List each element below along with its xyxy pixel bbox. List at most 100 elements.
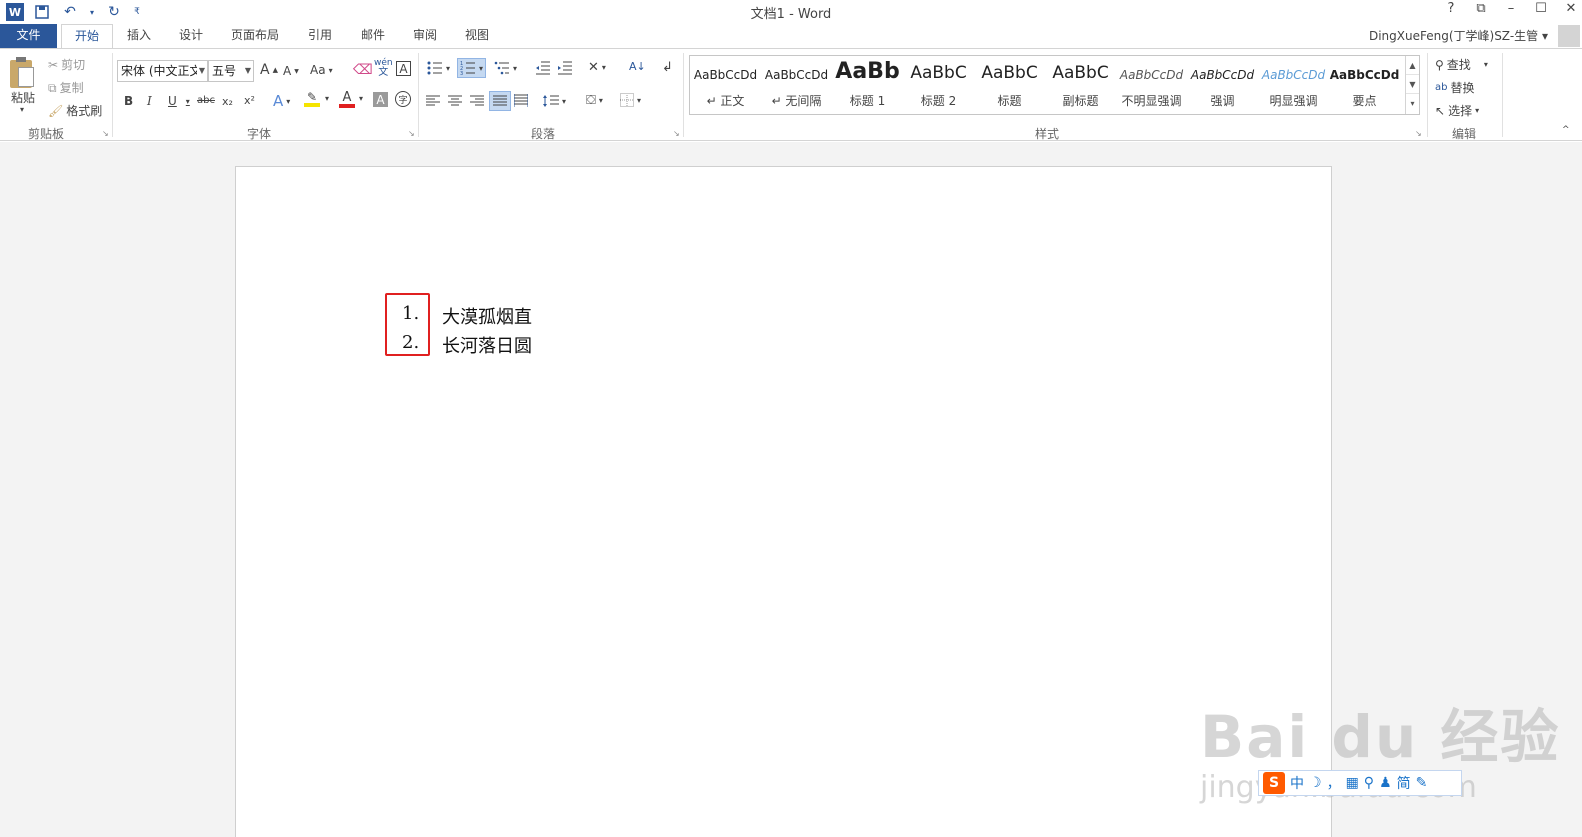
clipboard-launcher-icon[interactable]: ↘ (102, 129, 109, 138)
phonetic-guide-button[interactable]: wén 文 (374, 59, 393, 78)
document-page[interactable]: 1. 大漠孤烟直 2. 长河落日圆 (235, 166, 1332, 837)
word-app-icon[interactable]: W (6, 3, 24, 21)
replace-button[interactable]: ab 替换 (1435, 79, 1475, 96)
subscript-button[interactable]: x₂ (222, 95, 233, 108)
select-button[interactable]: ↖ 选择 ▾ (1435, 102, 1479, 119)
chinese-layout-button[interactable]: ✕ ▾ (588, 60, 606, 75)
shading-button[interactable]: ⛋ ▾ (586, 93, 603, 108)
avatar[interactable] (1558, 25, 1580, 47)
collapse-ribbon-icon[interactable]: ^ (1562, 125, 1570, 135)
style-heading-2[interactable]: AaBbC 标题 2 (903, 56, 974, 114)
increase-indent-button[interactable] (557, 61, 573, 75)
distributed-button[interactable] (514, 94, 528, 108)
italic-button[interactable]: I (147, 94, 152, 108)
close-icon[interactable]: ✕ (1564, 1, 1578, 16)
find-button[interactable]: ⚲ 查找 ▾ (1435, 56, 1488, 73)
font-size-select[interactable]: 五号 ▼ (208, 60, 254, 82)
highlight-dropdown-icon[interactable]: ▾ (325, 94, 329, 103)
style-intense-emphasis[interactable]: AaBbCcDd 明显强调 (1258, 56, 1329, 114)
undo-icon[interactable]: ↶ (60, 2, 80, 22)
align-center-button[interactable] (448, 95, 462, 107)
ime-tools-icon[interactable]: ✎ (1416, 775, 1428, 791)
customize-qat-icon[interactable]: ₹ (132, 2, 142, 22)
tab-file[interactable]: 文件 (0, 24, 57, 48)
minimize-icon[interactable]: – (1504, 1, 1518, 16)
font-group-label: 字体 (247, 127, 272, 141)
styles-launcher-icon[interactable]: ↘ (1415, 129, 1422, 138)
line-spacing-button[interactable]: ▾ (543, 94, 566, 108)
bold-button[interactable]: B (124, 94, 133, 108)
paste-dropdown-icon[interactable]: ▾ (20, 105, 24, 114)
tab-layout[interactable]: 页面布局 (225, 24, 285, 48)
paste-icon[interactable] (10, 57, 36, 89)
style-normal[interactable]: AaBbCcDd ↵ 正文 (690, 56, 761, 114)
font-color-button[interactable]: A (339, 91, 355, 108)
justify-button[interactable] (489, 91, 511, 111)
styles-scroll-up-icon[interactable]: ▲ (1406, 56, 1419, 75)
user-account[interactable]: DingXueFeng(丁学峰)SZ-生管 ▾ (1369, 27, 1548, 44)
align-left-button[interactable] (426, 95, 440, 107)
ime-punctuation-icon[interactable]: ， (1327, 773, 1341, 793)
styles-scroll-down-icon[interactable]: ▼ (1406, 75, 1419, 94)
styles-more-icon[interactable]: ▾ (1406, 94, 1419, 113)
decrease-indent-button[interactable] (535, 61, 551, 75)
sort-button[interactable]: A↓ (629, 60, 646, 73)
enclose-characters-button[interactable]: 字 (395, 91, 411, 107)
underline-button[interactable]: U ▾ (168, 94, 190, 108)
tab-view[interactable]: 视图 (459, 24, 495, 48)
save-icon[interactable] (32, 2, 52, 22)
copy-button[interactable]: ⧉ 复制 (48, 79, 84, 96)
numbering-button[interactable]: 123 ▾ (457, 58, 487, 78)
undo-dropdown-icon[interactable]: ▾ (88, 2, 96, 22)
ime-keyboard-icon[interactable]: ▦ (1346, 775, 1359, 791)
show-marks-button[interactable]: ↲ (662, 60, 673, 75)
ime-chinese-mode-icon[interactable]: 中 (1290, 773, 1304, 793)
style-heading-1[interactable]: AaBb 标题 1 (832, 56, 903, 114)
cut-button[interactable]: ✂ 剪切 (48, 56, 85, 73)
tab-insert[interactable]: 插入 (121, 24, 157, 48)
multilevel-list-button[interactable]: ▾ (494, 61, 517, 75)
format-painter-button[interactable]: 🖌 格式刷 (48, 102, 102, 119)
tab-home[interactable]: 开始 (61, 24, 113, 49)
style-title[interactable]: AaBbC 标题 (974, 56, 1045, 114)
borders-button[interactable]: ▾ (620, 93, 641, 107)
ime-simplified-icon[interactable]: 简 (1397, 773, 1411, 793)
shrink-font-button[interactable]: A ▼ (283, 64, 299, 78)
ime-voice-icon[interactable]: ⚲ (1364, 775, 1374, 791)
ime-halfwidth-icon[interactable]: ☽ (1309, 775, 1322, 791)
font-launcher-icon[interactable]: ↘ (408, 129, 415, 138)
character-shading-button[interactable]: A (373, 92, 388, 107)
text-effects-button[interactable]: A ▾ (273, 92, 290, 110)
highlighter-icon: ✎ (306, 90, 318, 104)
style-no-spacing[interactable]: AaBbCcDd ↵ 无间隔 (761, 56, 832, 114)
bullets-button[interactable]: ▾ (427, 61, 450, 75)
ribbon-display-icon[interactable]: ⧉ (1474, 1, 1488, 16)
sogou-logo-icon[interactable]: S (1263, 772, 1285, 794)
style-subtle-emphasis[interactable]: AaBbCcDd 不明显强调 (1116, 56, 1187, 114)
font-color-dropdown-icon[interactable]: ▾ (359, 94, 363, 103)
tab-design[interactable]: 设计 (173, 24, 209, 48)
font-family-select[interactable]: 宋体 (中文正文 ▼ (117, 60, 208, 82)
redo-icon[interactable]: ↻ (104, 2, 124, 22)
clear-formatting-button[interactable]: ⌫ (353, 62, 373, 78)
restore-icon[interactable]: ☐ (1534, 1, 1548, 16)
highlight-color-button[interactable]: ✎ (304, 91, 320, 107)
strikethrough-button[interactable]: abc (197, 95, 215, 106)
style-subtitle[interactable]: AaBbC 副标题 (1045, 56, 1116, 114)
paste-button[interactable]: 粘贴 (11, 89, 35, 106)
character-border-button[interactable]: A (396, 61, 411, 76)
tab-review[interactable]: 审阅 (407, 24, 443, 48)
svg-text:3: 3 (460, 71, 463, 75)
grow-font-button[interactable]: A ▲ (260, 62, 278, 78)
tab-mailings[interactable]: 邮件 (355, 24, 391, 48)
paragraph-launcher-icon[interactable]: ↘ (673, 129, 680, 138)
superscript-button[interactable]: x² (244, 94, 255, 107)
align-right-button[interactable] (470, 95, 484, 107)
style-emphasis[interactable]: AaBbCcDd 强调 (1187, 56, 1258, 114)
numbering-icon: 123 (460, 61, 475, 75)
ime-user-icon[interactable]: ♟ (1379, 775, 1392, 791)
change-case-button[interactable]: Aa ▾ (310, 63, 333, 77)
help-icon[interactable]: ? (1444, 1, 1458, 16)
tab-references[interactable]: 引用 (302, 24, 338, 48)
style-strong[interactable]: AaBbCcDd 要点 (1329, 56, 1400, 114)
